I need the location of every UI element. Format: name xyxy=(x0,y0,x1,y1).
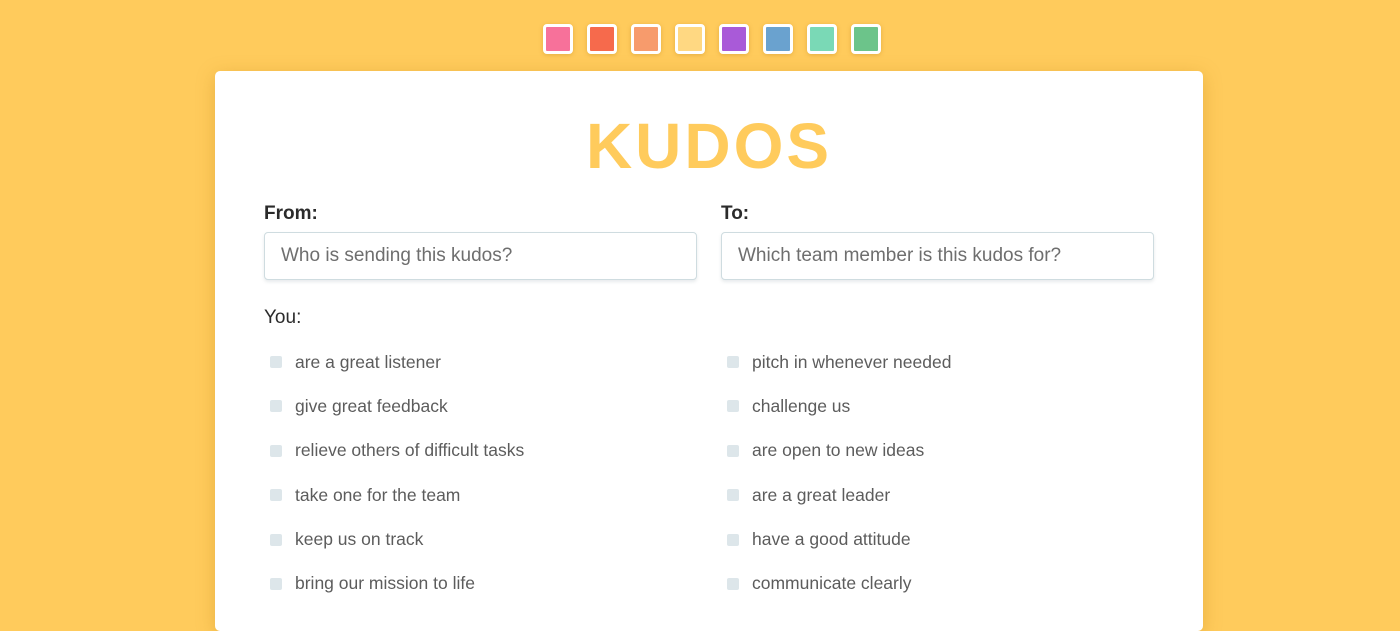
quality-label: are a great leader xyxy=(752,484,891,505)
kudos-title: KUDOS xyxy=(585,110,833,182)
quality-label: take one for the team xyxy=(295,484,461,505)
you-label: You: xyxy=(264,307,302,328)
checkbox[interactable] xyxy=(270,444,282,457)
quality-item[interactable]: bring our mission to life xyxy=(270,571,524,597)
checkbox[interactable] xyxy=(727,356,739,368)
quality-item[interactable]: relieve others of difficult tasks xyxy=(270,438,524,464)
quality-item[interactable]: are open to new ideas xyxy=(727,438,951,464)
quality-label: communicate clearly xyxy=(752,573,912,594)
quality-item[interactable]: are a great listener xyxy=(270,349,524,375)
quality-item[interactable]: communicate clearly xyxy=(727,571,951,597)
color-swatch-purple[interactable] xyxy=(719,24,749,54)
color-swatch-mint[interactable] xyxy=(807,24,837,54)
to-input[interactable] xyxy=(721,232,1154,280)
color-swatch-blue[interactable] xyxy=(763,24,793,54)
quality-item[interactable]: have a good attitude xyxy=(727,527,951,553)
quality-label: have a good attitude xyxy=(752,529,911,550)
from-field-group: From: xyxy=(264,203,697,280)
qualities-list-left: are a great listener give great feedback… xyxy=(270,349,524,615)
checkbox[interactable] xyxy=(727,400,739,413)
quality-label: relieve others of difficult tasks xyxy=(295,440,525,461)
color-swatch-pink[interactable] xyxy=(543,24,573,54)
checkbox[interactable] xyxy=(727,489,739,502)
quality-item[interactable]: challenge us xyxy=(727,393,951,419)
quality-label: are a great listener xyxy=(295,351,441,372)
checkbox[interactable] xyxy=(270,577,282,590)
quality-item[interactable]: pitch in whenever needed xyxy=(727,349,951,375)
quality-item[interactable]: take one for the team xyxy=(270,482,524,508)
to-label: To: xyxy=(721,203,750,224)
qualities-list-right: pitch in whenever needed challenge us ar… xyxy=(727,349,951,615)
quality-label: pitch in whenever needed xyxy=(752,351,952,372)
quality-item[interactable]: keep us on track xyxy=(270,527,524,553)
quality-item[interactable]: give great feedback xyxy=(270,393,524,419)
quality-label: challenge us xyxy=(752,395,851,416)
checkbox[interactable] xyxy=(727,533,739,546)
color-swatch-green[interactable] xyxy=(851,24,881,54)
checkbox[interactable] xyxy=(270,489,282,502)
color-theme-picker xyxy=(543,24,881,54)
quality-label: are open to new ideas xyxy=(752,440,925,461)
to-field-group: To: xyxy=(721,203,1154,280)
checkbox[interactable] xyxy=(727,577,739,590)
color-swatch-orange[interactable] xyxy=(631,24,661,54)
kudos-card: KUDOS From: To: You: are a great listene… xyxy=(215,71,1203,631)
quality-item[interactable]: are a great leader xyxy=(727,482,951,508)
checkbox[interactable] xyxy=(270,356,282,368)
quality-label: give great feedback xyxy=(295,395,448,416)
quality-label: bring our mission to life xyxy=(295,573,475,594)
color-swatch-red-orange[interactable] xyxy=(587,24,617,54)
color-swatch-yellow[interactable] xyxy=(675,24,705,54)
quality-label: keep us on track xyxy=(295,529,424,550)
checkbox[interactable] xyxy=(270,533,282,546)
from-input[interactable] xyxy=(264,232,697,280)
checkbox[interactable] xyxy=(727,444,739,457)
checkbox[interactable] xyxy=(270,400,282,413)
from-label: From: xyxy=(264,203,318,224)
